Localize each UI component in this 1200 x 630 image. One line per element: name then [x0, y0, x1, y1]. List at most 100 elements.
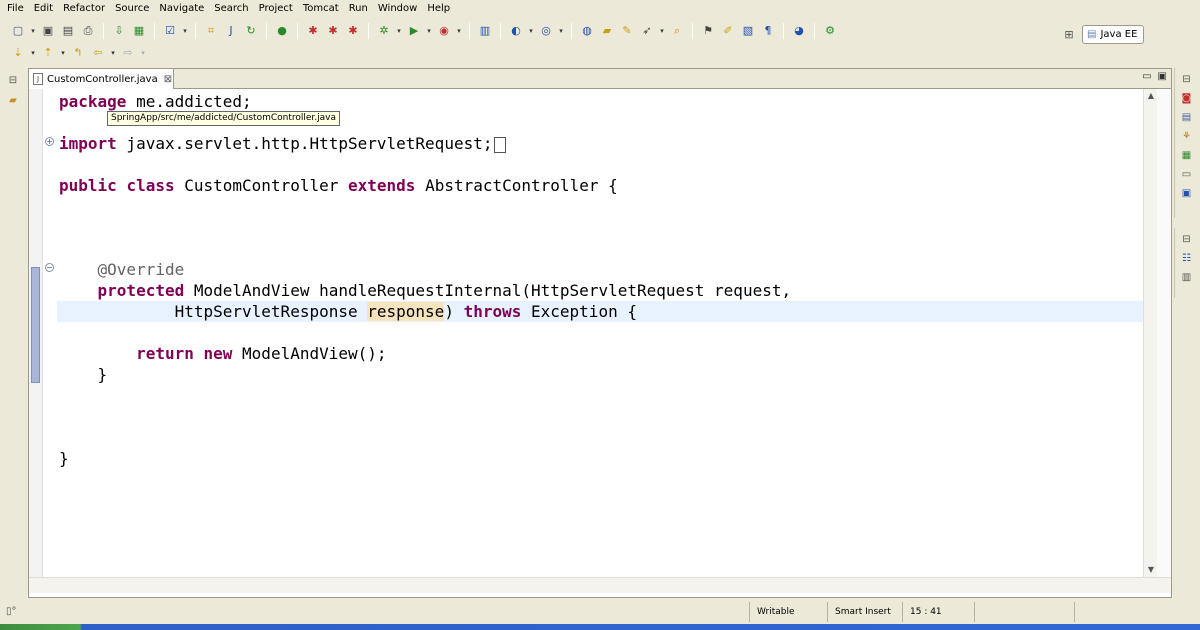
- package-explorer-icon[interactable]: ▰: [5, 92, 21, 108]
- ruler-range-indicator: [31, 267, 40, 383]
- external-tools-dropdown-icon[interactable]: ▾: [455, 23, 463, 39]
- java-file-icon: J: [33, 73, 43, 85]
- code-line-3: import javax.servlet.http.HttpServletReq…: [59, 133, 507, 154]
- close-tab-icon[interactable]: ⊠: [164, 74, 172, 85]
- problems-icon[interactable]: ◙: [1179, 90, 1195, 106]
- pin-icon[interactable]: ➶: [639, 23, 655, 39]
- menu-navigate[interactable]: Navigate: [154, 0, 209, 18]
- menu-edit[interactable]: Edit: [29, 0, 58, 18]
- previous-annotation-icon[interactable]: ⇡: [40, 45, 56, 61]
- task-list-icon[interactable]: ▥: [1179, 269, 1195, 285]
- back-dropdown-icon[interactable]: ▾: [109, 45, 117, 61]
- perspective-switcher: ⊞ ▤ Java EE: [1060, 24, 1145, 44]
- new-server-icon[interactable]: ▥: [477, 23, 493, 39]
- folded-imports-marker[interactable]: [494, 136, 507, 153]
- secondary-toolbar: ⇣ ▾ ⇡ ▾ ↰ ⇦ ▾ ⇨ ▾: [0, 42, 200, 64]
- code-line-13: return new ModelAndView();: [136, 344, 387, 363]
- java-project-icon[interactable]: J: [223, 23, 239, 39]
- next-annotation-icon[interactable]: ⇣: [10, 45, 26, 61]
- publish-icon[interactable]: ⇩: [111, 23, 127, 39]
- open-folder-icon[interactable]: ▰: [599, 23, 615, 39]
- server-icon[interactable]: ▦: [131, 23, 147, 39]
- horizontal-scrollbar[interactable]: [29, 577, 1171, 593]
- connect-icon[interactable]: ⚙: [822, 23, 838, 39]
- open-perspective-icon[interactable]: ◐: [508, 23, 524, 39]
- menu-project[interactable]: Project: [254, 0, 298, 18]
- expand-imports-icon[interactable]: +: [45, 137, 54, 146]
- menu-window[interactable]: Window: [373, 0, 422, 18]
- open-perspective-dropdown-icon[interactable]: ▾: [527, 23, 535, 39]
- servers-icon[interactable]: ⚘: [1179, 128, 1195, 144]
- minimize-icon[interactable]: ▭: [1142, 71, 1151, 82]
- maximize-icon[interactable]: ▣: [1158, 71, 1167, 82]
- vertical-scrollbar[interactable]: ▲ ▼: [1143, 89, 1157, 577]
- fast-view-icon[interactable]: ▯°: [6, 606, 17, 617]
- external-tools-icon[interactable]: ◉: [436, 23, 452, 39]
- forward-icon[interactable]: ⇨: [120, 45, 136, 61]
- code-editor[interactable]: + − package me.addicted; import javax.se…: [29, 89, 1171, 577]
- menu-search[interactable]: Search: [209, 0, 253, 18]
- open-type-icon[interactable]: ⌗: [203, 23, 219, 39]
- debug-dropdown-icon[interactable]: ▾: [395, 23, 403, 39]
- spring-leaf-icon[interactable]: ●: [274, 23, 290, 39]
- snippets-icon[interactable]: ▭: [1179, 166, 1195, 182]
- menu-run[interactable]: Run: [344, 0, 373, 18]
- web-dropdown-icon[interactable]: ▾: [557, 23, 565, 39]
- code-line-9: @Override: [97, 260, 185, 279]
- run-dropdown-icon[interactable]: ▾: [425, 23, 433, 39]
- collapse-method-icon[interactable]: −: [45, 263, 54, 272]
- refresh-icon[interactable]: ↻: [243, 23, 259, 39]
- edit-icon[interactable]: ✎: [619, 23, 635, 39]
- restore-icon[interactable]: ⊟: [1179, 231, 1195, 247]
- restore-icon[interactable]: ⊟: [1179, 71, 1195, 87]
- new-icon[interactable]: ▢: [10, 23, 26, 39]
- next-annotation-dropdown-icon[interactable]: ▾: [29, 45, 37, 61]
- block-selection-icon[interactable]: ▧: [740, 23, 756, 39]
- navigate-icon[interactable]: ◍: [579, 23, 595, 39]
- bug-restart-icon[interactable]: ✱: [345, 23, 361, 39]
- open-perspective-button-icon[interactable]: ⊞: [1060, 25, 1078, 43]
- java-ee-icon: ▤: [1087, 28, 1097, 40]
- previous-annotation-dropdown-icon[interactable]: ▾: [59, 45, 67, 61]
- outline-icon[interactable]: ☷: [1179, 250, 1195, 266]
- console-icon[interactable]: ▣: [1179, 185, 1195, 201]
- run-icon[interactable]: ▶: [406, 23, 422, 39]
- new-dropdown-icon[interactable]: ▾: [29, 23, 37, 39]
- task-dropdown-icon[interactable]: ▾: [181, 23, 189, 39]
- toolbar-separator: [195, 23, 196, 39]
- left-trim-stack: ⊟ ▰: [0, 68, 26, 598]
- menu-source[interactable]: Source: [110, 0, 154, 18]
- web-icon[interactable]: ◎: [538, 23, 554, 39]
- editor-tab-customcontroller[interactable]: J CustomController.java ⊠: [29, 69, 174, 89]
- menu-tomcat[interactable]: Tomcat: [298, 0, 344, 18]
- task-checkbox-icon[interactable]: ☑: [162, 23, 178, 39]
- toolbar-separator: [571, 23, 572, 39]
- perspective-java-ee-button[interactable]: ▤ Java EE: [1082, 24, 1145, 44]
- restore-icon[interactable]: ⊟: [5, 72, 21, 88]
- code-line-10: protected ModelAndView handleRequestInte…: [97, 281, 792, 300]
- save-icon[interactable]: ▣: [40, 23, 56, 39]
- save-all-icon[interactable]: ▤: [60, 23, 76, 39]
- menu-refactor[interactable]: Refactor: [58, 0, 110, 18]
- tasks-icon[interactable]: ▤: [1179, 109, 1195, 125]
- scroll-down-icon[interactable]: ▼: [1144, 563, 1158, 577]
- status-progress-area: [1074, 602, 1194, 622]
- print-icon[interactable]: ⎙: [80, 23, 96, 39]
- bug-icon[interactable]: ✱: [305, 23, 321, 39]
- back-icon[interactable]: ⇦: [90, 45, 106, 61]
- forward-dropdown-icon[interactable]: ▾: [139, 45, 147, 61]
- globe-icon[interactable]: ◕: [791, 23, 807, 39]
- last-edit-icon[interactable]: ↰: [70, 45, 86, 61]
- search-icon[interactable]: ⌕: [669, 23, 685, 39]
- data-source-icon[interactable]: ▦: [1179, 147, 1195, 163]
- bookmark-icon[interactable]: ⚑: [700, 23, 716, 39]
- menu-file[interactable]: File: [2, 0, 29, 18]
- bug-stop-icon[interactable]: ✱: [325, 23, 341, 39]
- pin-dropdown-icon[interactable]: ▾: [658, 23, 666, 39]
- mark-occurrences-icon[interactable]: ✐: [720, 23, 736, 39]
- scroll-up-icon[interactable]: ▲: [1144, 89, 1158, 103]
- show-whitespace-icon[interactable]: ¶: [760, 23, 776, 39]
- status-insert-mode: Smart Insert: [827, 602, 902, 622]
- debug-icon[interactable]: ✲: [376, 23, 392, 39]
- menu-help[interactable]: Help: [422, 0, 455, 18]
